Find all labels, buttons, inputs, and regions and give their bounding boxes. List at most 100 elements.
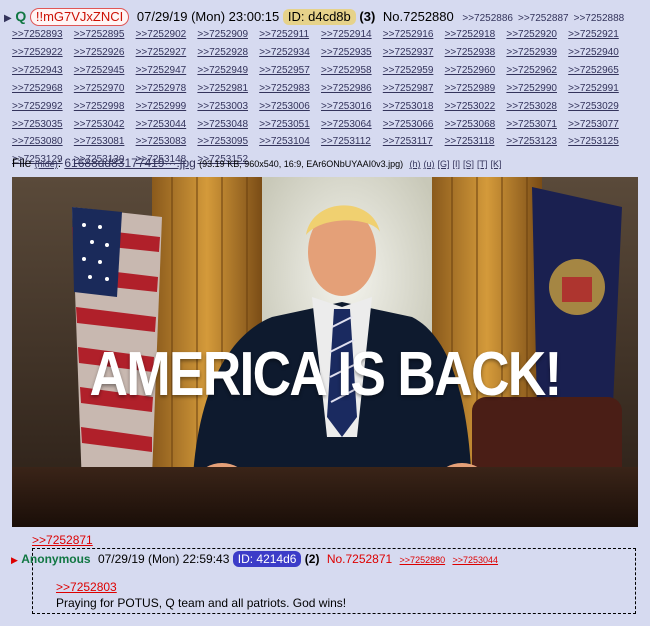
file-name-link[interactable]: 61688dd83177419···.jpg xyxy=(64,156,195,170)
backlink[interactable]: >>7253064 xyxy=(321,116,382,134)
file-tool-link[interactable]: [T] xyxy=(477,159,488,169)
backlink[interactable]: >>7252970 xyxy=(74,80,135,98)
backlink[interactable]: >>7252986 xyxy=(321,80,382,98)
backlink[interactable]: >>7253042 xyxy=(74,116,135,134)
file-tool-link[interactable]: (u) xyxy=(423,159,434,169)
poster-id-badge[interactable]: ID: d4cd8b xyxy=(282,9,356,25)
backlink[interactable]: >>7252992 xyxy=(12,98,73,116)
reply-quote-link[interactable]: >>7252803 xyxy=(56,580,117,594)
backlink[interactable]: >>7253117 xyxy=(383,133,444,151)
backlink[interactable]: >>7252928 xyxy=(197,44,258,62)
backlink[interactable]: >>7252911 xyxy=(259,26,320,44)
hide-file-link[interactable]: (hide) xyxy=(35,159,58,169)
backlink[interactable]: >>7252949 xyxy=(197,62,258,80)
backlink[interactable]: >>7253125 xyxy=(568,133,629,151)
backlink[interactable]: >>7252983 xyxy=(259,80,320,98)
backlink[interactable]: >>7252978 xyxy=(136,80,197,98)
backlink[interactable]: >>7253068 xyxy=(445,116,506,134)
backlink[interactable]: >>7252916 xyxy=(383,26,444,44)
backlink[interactable]: >>7252987 xyxy=(383,80,444,98)
file-label: File xyxy=(12,156,32,170)
backlink[interactable]: >>7253083 xyxy=(136,133,197,151)
backlink[interactable]: >>7252918 xyxy=(445,26,506,44)
backlink[interactable]: >>7252938 xyxy=(445,44,506,62)
backlink[interactable]: >>7252893 xyxy=(12,26,73,44)
backlink[interactable]: >>7253071 xyxy=(506,116,567,134)
backlink[interactable]: >>7252998 xyxy=(74,98,135,116)
backlink[interactable]: >>7253044 xyxy=(136,116,197,134)
backlink[interactable]: >>7253077 xyxy=(568,116,629,134)
reply-poster-name: Anonymous xyxy=(21,552,91,566)
backlink[interactable]: >>7252959 xyxy=(383,62,444,80)
backlink[interactable]: >>7252958 xyxy=(321,62,382,80)
backlink[interactable]: >>7252935 xyxy=(321,44,382,62)
backlink[interactable]: >>7252920 xyxy=(506,26,567,44)
backlink[interactable]: >>7252989 xyxy=(445,80,506,98)
backlink[interactable]: >>7252937 xyxy=(383,44,444,62)
file-tool-link[interactable]: (h) xyxy=(409,159,420,169)
backlink[interactable]: >>7252957 xyxy=(259,62,320,80)
backlink[interactable]: >>7253118 xyxy=(445,133,506,151)
backlink[interactable]: >>7252886 xyxy=(462,13,513,24)
reply-post: ▶ Anonymous 07/29/19 (Mon) 22:59:43 ID: … xyxy=(11,548,636,614)
post-number[interactable]: No.7252880 xyxy=(383,9,454,24)
backlink[interactable]: >>7252990 xyxy=(506,80,567,98)
backlink[interactable]: >>7253051 xyxy=(259,116,320,134)
file-tool-link[interactable]: [I] xyxy=(452,159,460,169)
reply-backlink[interactable]: >>7252880 xyxy=(400,555,446,565)
backlink[interactable]: >>7253104 xyxy=(259,133,320,151)
reply-post-count: (2) xyxy=(304,552,320,566)
backlink[interactable]: >>7252968 xyxy=(12,80,73,98)
file-tool-link[interactable]: [S] xyxy=(463,159,474,169)
backlink[interactable]: >>7253048 xyxy=(197,116,258,134)
backlink[interactable]: >>7252934 xyxy=(259,44,320,62)
backlink[interactable]: >>7253028 xyxy=(506,98,567,116)
reply-backlink[interactable]: >>7253044 xyxy=(452,555,498,565)
backlink[interactable]: >>7252926 xyxy=(74,44,135,62)
backlink[interactable]: >>7252943 xyxy=(12,62,73,80)
backlink[interactable]: >>7252888 xyxy=(574,13,625,24)
backlink[interactable]: >>7253095 xyxy=(197,133,258,151)
backlink[interactable]: >>7252909 xyxy=(197,26,258,44)
backlink[interactable]: >>7252981 xyxy=(197,80,258,98)
backlink[interactable]: >>7253022 xyxy=(445,98,506,116)
file-tool-link[interactable]: [G] xyxy=(437,159,449,169)
backlink[interactable]: >>7252999 xyxy=(136,98,197,116)
backlink[interactable]: >>7253035 xyxy=(12,116,73,134)
backlink[interactable]: >>7252945 xyxy=(74,62,135,80)
backlink[interactable]: >>7252927 xyxy=(136,44,197,62)
backlink[interactable]: >>7253018 xyxy=(383,98,444,116)
backlink[interactable]: >>7253081 xyxy=(74,133,135,151)
backlink[interactable]: >>7253006 xyxy=(259,98,320,116)
backlink[interactable]: >>7252902 xyxy=(136,26,197,44)
backlink[interactable]: >>7253080 xyxy=(12,133,73,151)
backlink[interactable]: >>7253123 xyxy=(506,133,567,151)
file-info: File (hide): 61688dd83177419···.jpg (93.… xyxy=(12,156,502,170)
post-image[interactable]: AMERICA IS BACK! xyxy=(12,177,638,527)
reply-post-number[interactable]: No.7252871 xyxy=(327,552,392,566)
poster-name: Q xyxy=(15,8,27,24)
backlink[interactable]: >>7253016 xyxy=(321,98,382,116)
post-quote-link[interactable]: >>7252871 xyxy=(32,533,93,547)
expand-triangle-icon[interactable]: ▶ xyxy=(11,555,18,565)
backlink[interactable]: >>7253066 xyxy=(383,116,444,134)
image-caption-text: AMERICA IS BACK! xyxy=(89,340,562,409)
backlink[interactable]: >>7252895 xyxy=(74,26,135,44)
expand-triangle-icon[interactable]: ▶ xyxy=(4,13,12,24)
backlink[interactable]: >>7252887 xyxy=(518,13,569,24)
backlink[interactable]: >>7252965 xyxy=(568,62,629,80)
backlink[interactable]: >>7252991 xyxy=(568,80,629,98)
backlink[interactable]: >>7252921 xyxy=(568,26,629,44)
backlink[interactable]: >>7252940 xyxy=(568,44,629,62)
backlink[interactable]: >>7253112 xyxy=(321,133,382,151)
backlink[interactable]: >>7252962 xyxy=(506,62,567,80)
backlink[interactable]: >>7252922 xyxy=(12,44,73,62)
backlink[interactable]: >>7252960 xyxy=(445,62,506,80)
backlink[interactable]: >>7253003 xyxy=(197,98,258,116)
reply-id-badge[interactable]: ID: 4214d6 xyxy=(232,551,302,567)
file-tool-link[interactable]: [K] xyxy=(491,159,502,169)
backlink[interactable]: >>7253029 xyxy=(568,98,629,116)
backlink[interactable]: >>7252914 xyxy=(321,26,382,44)
backlink[interactable]: >>7252947 xyxy=(136,62,197,80)
backlink[interactable]: >>7252939 xyxy=(506,44,567,62)
